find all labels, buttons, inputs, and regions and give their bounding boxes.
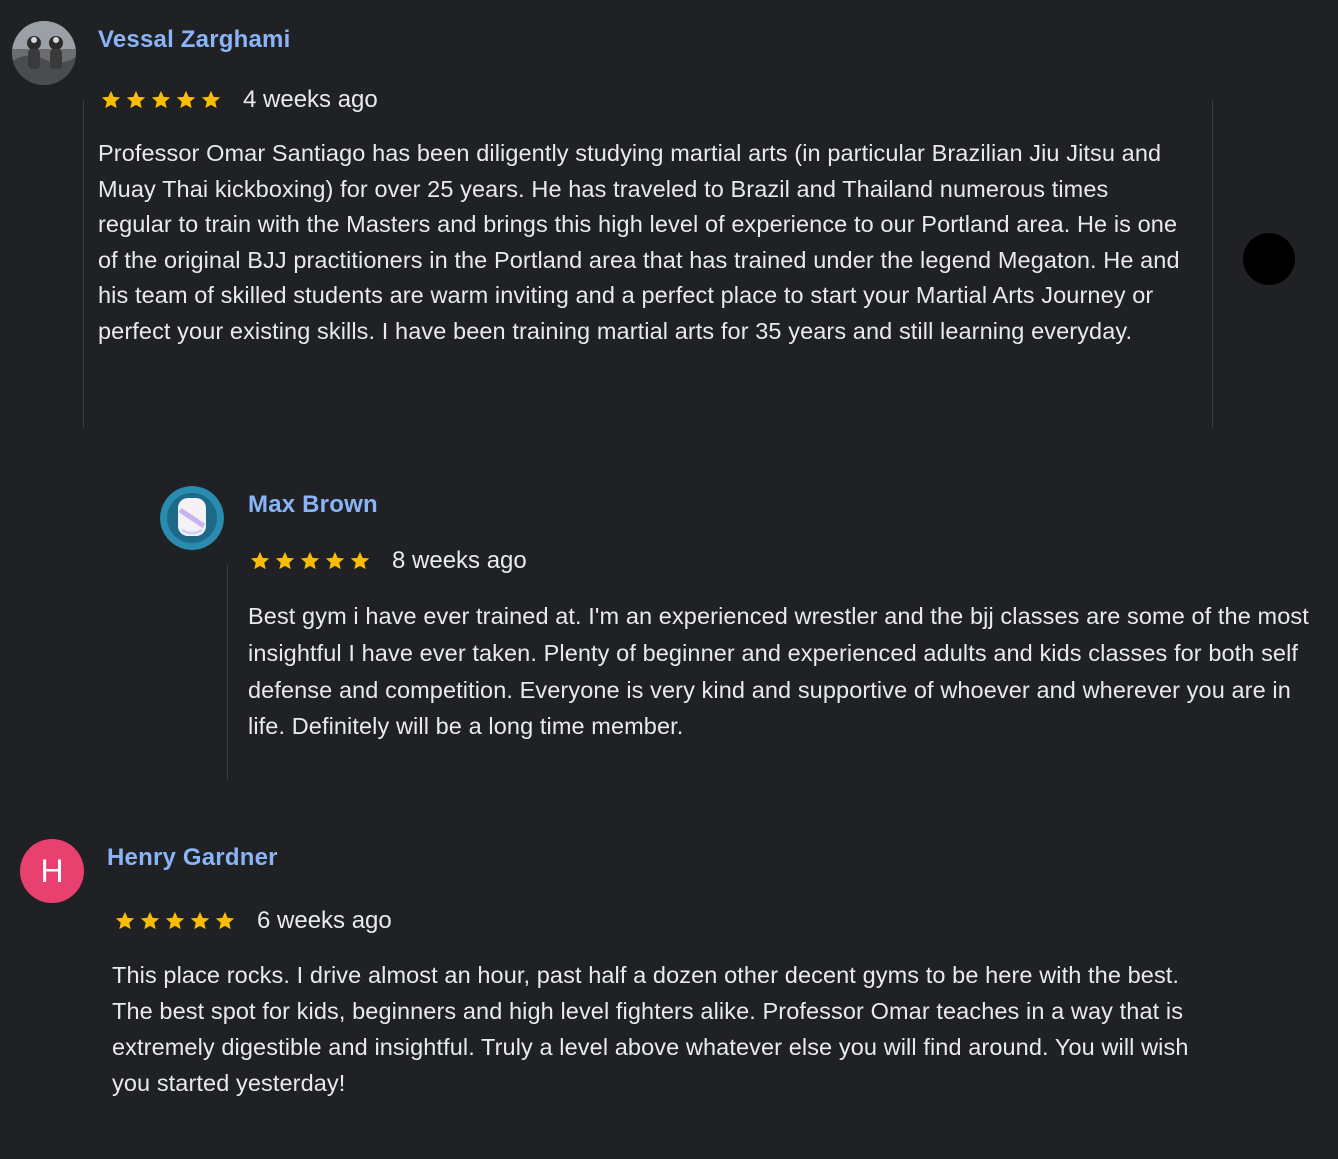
star-icon bbox=[115, 911, 135, 930]
review-henry-gardner: H Henry Gardner 6 weeks ago This place r… bbox=[0, 0, 1338, 1159]
reviews-list: Vessal Zarghami 4 weeks ago Professor Om… bbox=[0, 0, 1338, 1159]
star-rating bbox=[114, 910, 236, 932]
star-icon bbox=[215, 911, 235, 930]
star-icon bbox=[140, 911, 160, 930]
reviewer-avatar[interactable]: H bbox=[20, 839, 84, 903]
star-icon bbox=[165, 911, 185, 930]
reviewer-name[interactable]: Henry Gardner bbox=[107, 844, 278, 872]
review-meta: 6 weeks ago bbox=[114, 907, 392, 935]
review-text: This place rocks. I drive almost an hour… bbox=[112, 962, 1189, 1096]
star-icon bbox=[190, 911, 210, 930]
review-time: 6 weeks ago bbox=[257, 907, 392, 934]
